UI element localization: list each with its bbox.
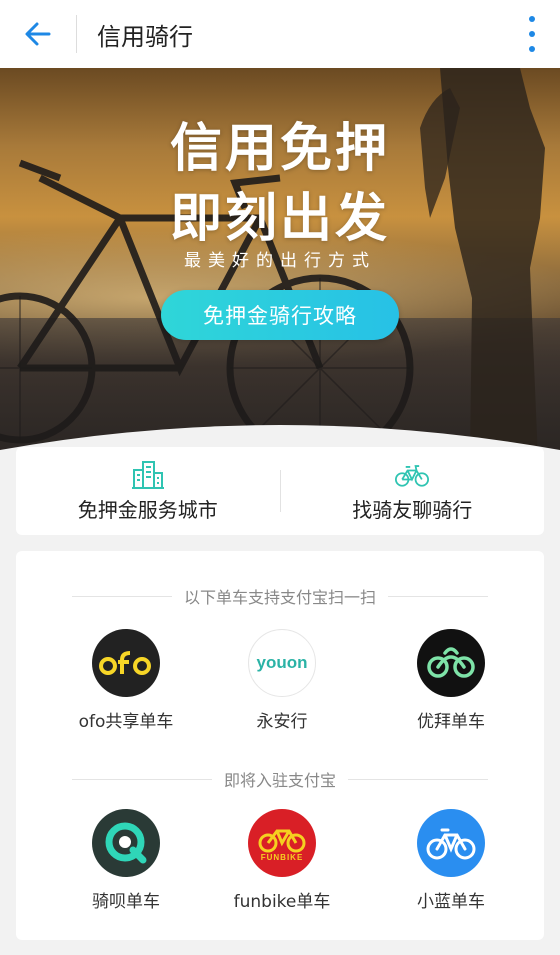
ubike-logo-icon	[417, 629, 485, 697]
funbike-logo-icon: FUNBIKE	[248, 809, 316, 877]
header-divider	[76, 15, 77, 53]
deposit-free-guide-button[interactable]: 免押金骑行攻略	[161, 290, 399, 340]
city-buildings-icon	[131, 460, 165, 490]
back-button[interactable]	[0, 0, 76, 68]
app-funbike[interactable]: FUNBIKE funbike单车	[202, 809, 362, 912]
app-name: 小蓝单车	[417, 892, 485, 912]
section-heading: 即将入驻支付宝	[72, 767, 489, 791]
app-qibei[interactable]: 骑呗单车	[46, 809, 206, 912]
bluegogo-logo-icon	[417, 809, 485, 877]
app-ofo[interactable]: ofo共享单车	[46, 629, 206, 732]
top-bar: 信用骑行	[0, 0, 560, 68]
banner-subtitle: 最美好的出行方式	[184, 251, 376, 271]
more-vertical-icon[interactable]	[524, 16, 540, 52]
app-name: 优拜单车	[417, 712, 485, 732]
app-bluegogo[interactable]: 小蓝单车	[371, 809, 531, 912]
app-ubike[interactable]: 优拜单车	[371, 629, 531, 732]
quick-link-cities[interactable]: 免押金服务城市	[16, 447, 280, 535]
quick-link-riders[interactable]: 找骑友聊骑行	[281, 447, 545, 535]
app-youon[interactable]: youon 永安行	[202, 629, 362, 732]
app-name: funbike单车	[233, 892, 331, 912]
quick-links-card: 免押金服务城市 找骑友聊骑行	[16, 447, 544, 535]
app-name: 永安行	[256, 712, 308, 732]
banner-title-line1: 信用免押	[169, 119, 390, 179]
arrow-left-icon	[25, 22, 51, 46]
hero-banner: 信用免押 即刻出发 最美好的出行方式 免押金骑行攻略	[0, 68, 560, 460]
qibei-logo-icon	[92, 809, 160, 877]
ofo-logo-icon	[92, 629, 160, 697]
quick-link-label: 找骑友聊骑行	[352, 497, 473, 522]
banner-title-line2: 即刻出发	[169, 189, 390, 249]
page-title: 信用骑行	[97, 22, 193, 51]
quick-link-label: 免押金服务城市	[77, 497, 218, 522]
bike-apps-panel: 以下单车支持支付宝扫一扫 ofo共享单车 youon 永安行 优拜单车 即将入驻…	[16, 551, 544, 940]
bicycle-icon	[395, 460, 430, 490]
app-name: ofo共享单车	[78, 712, 174, 732]
section-heading: 以下单车支持支付宝扫一扫	[72, 584, 489, 608]
youon-logo-icon: youon	[248, 629, 316, 697]
app-name: 骑呗单车	[92, 892, 160, 912]
